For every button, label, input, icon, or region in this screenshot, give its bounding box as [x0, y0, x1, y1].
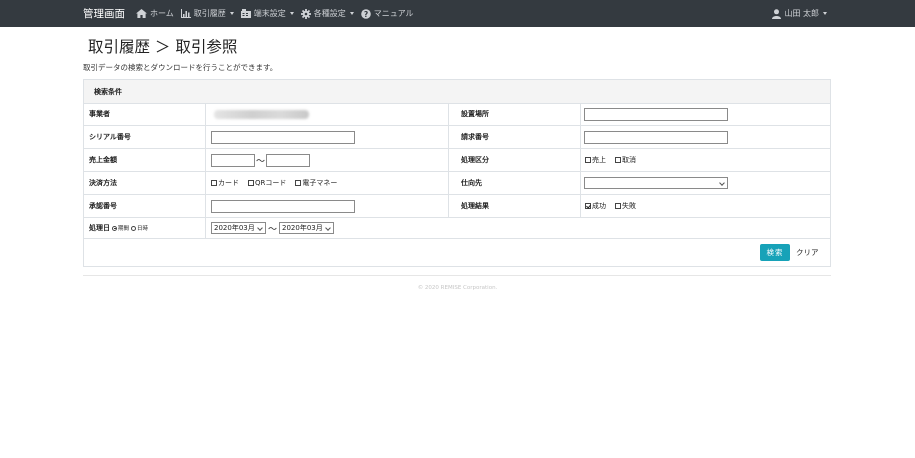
page-description: 取引データの検索とダウンロードを行うことができます。	[83, 63, 278, 72]
checkbox-label: 電子マネー	[302, 179, 338, 187]
checkbox-label: 失敗	[622, 202, 636, 210]
result-failure-checkbox[interactable]: 失敗	[615, 201, 636, 211]
search-card-header: 検索条件	[84, 80, 830, 104]
chevron-down-icon	[257, 225, 263, 231]
payment-emoney-checkbox[interactable]: 電子マネー	[295, 178, 337, 188]
caret-down-icon	[823, 12, 827, 15]
user-name: 山田 太郎	[784, 9, 819, 18]
form-row: 事業者 設置場所	[84, 103, 830, 126]
chart-icon	[180, 9, 191, 18]
amount-range-separator: ～	[256, 156, 266, 167]
clear-button[interactable]: クリア	[796, 244, 819, 261]
nav-home-label: ホーム	[150, 9, 174, 18]
form-row: 売上金額 ～ 処理区分 売上 取消	[84, 149, 830, 172]
payment-qr-checkbox[interactable]: QRコード	[248, 178, 286, 188]
nav-manual-label: マニュアル	[373, 9, 414, 18]
approval-number-input[interactable]	[211, 199, 355, 213]
process-type-label: 処理区分	[461, 156, 489, 164]
business-value-blurred	[214, 109, 309, 119]
date-to-select[interactable]: 2020年03月	[279, 222, 335, 234]
form-row: 承認番号 処理結果 成功 失敗	[84, 195, 830, 218]
checkbox-icon	[585, 157, 591, 163]
radio-label: 日時	[137, 226, 149, 232]
destination-select[interactable]	[584, 177, 728, 189]
caret-down-icon	[349, 12, 354, 15]
user-icon	[772, 8, 782, 19]
nav-manual[interactable]: ? マニュアル	[360, 8, 414, 19]
payment-card-checkbox[interactable]: カード	[211, 178, 239, 188]
checkbox-label: 取消	[622, 156, 636, 164]
payment-method-label: 決済方法	[89, 179, 117, 187]
install-location-input[interactable]	[584, 107, 728, 121]
amount-min-input[interactable]	[211, 153, 255, 167]
checkbox-icon	[211, 180, 217, 186]
nav-terminal-label: 端末設定	[253, 9, 286, 18]
question-icon: ?	[360, 8, 371, 19]
footer-divider	[83, 275, 831, 276]
search-button[interactable]: 検索	[760, 244, 790, 261]
caret-down-icon	[289, 12, 294, 15]
gear-icon	[300, 8, 311, 19]
page-title: 取引履歴 ＞ 取引参照	[88, 38, 238, 56]
date-mode-datetime-radio[interactable]: 日時	[129, 224, 148, 232]
chevron-down-icon	[325, 225, 331, 231]
date-to-value: 2020年03月	[282, 224, 323, 232]
process-date-label: 処理日	[89, 224, 110, 232]
result-success-checkbox[interactable]: 成功	[585, 201, 606, 211]
checkbox-label: 売上	[592, 156, 606, 164]
radio-label: 期間	[118, 226, 130, 232]
date-from-select[interactable]: 2020年03月	[211, 222, 266, 234]
top-navbar: 管理画面 ホーム 取引履歴 端末設定 各種設定 ? マニュアル 山田 太郎	[0, 0, 915, 27]
nav-settings-label: 各種設定	[313, 9, 346, 18]
process-type-cancel-checkbox[interactable]: 取消	[615, 155, 636, 165]
caret-down-icon	[229, 12, 234, 15]
checkbox-icon	[615, 203, 621, 209]
date-mode-period-radio[interactable]: 期間	[110, 224, 129, 232]
svg-text:?: ?	[364, 10, 368, 19]
radio-icon	[131, 225, 137, 231]
approval-number-label: 承認番号	[89, 202, 117, 210]
search-card: 検索条件 事業者 設置場所 シリアル番号 請求番号 売上金額 ～ 処理区分 売上…	[83, 79, 831, 267]
footer-copyright: © 2020 REMISE Corporation.	[417, 285, 498, 291]
nav-history-label: 取引履歴	[193, 9, 226, 18]
process-type-sale-checkbox[interactable]: 売上	[585, 155, 606, 165]
checkbox-checked-icon	[585, 203, 591, 209]
date-from-value: 2020年03月	[214, 224, 255, 232]
serial-number-label: シリアル番号	[89, 133, 131, 141]
invoice-number-label: 請求番号	[461, 133, 489, 141]
nav-terminal[interactable]: 端末設定	[240, 8, 294, 19]
brand-title[interactable]: 管理画面	[83, 6, 125, 21]
checkbox-label: QRコード	[255, 179, 287, 187]
checkbox-icon	[295, 180, 302, 186]
checkbox-label: カード	[218, 179, 239, 187]
nav-history[interactable]: 取引履歴	[180, 8, 234, 19]
amount-max-input[interactable]	[266, 153, 311, 167]
checkbox-label: 成功	[592, 202, 606, 210]
serial-number-input[interactable]	[211, 130, 355, 144]
terminal-icon	[240, 9, 251, 18]
destination-label: 仕向先	[461, 179, 482, 187]
form-row: 決済方法 カード QRコード 電子マネー 仕向先	[84, 172, 830, 195]
form-row: 処理日 期間 日時 2020年03月 ～ 2020年03月	[84, 218, 830, 239]
form-row: シリアル番号 請求番号	[84, 126, 830, 149]
sales-amount-label: 売上金額	[89, 156, 117, 164]
checkbox-icon	[248, 180, 254, 186]
install-location-label: 設置場所	[461, 110, 489, 118]
chevron-down-icon	[719, 180, 725, 186]
date-range-separator: ～	[268, 224, 278, 235]
radio-selected-icon	[112, 225, 117, 231]
invoice-number-input[interactable]	[584, 130, 728, 144]
checkbox-icon	[615, 157, 621, 163]
user-menu[interactable]: 山田 太郎	[772, 0, 827, 27]
business-label: 事業者	[89, 110, 110, 118]
process-result-label: 処理結果	[461, 202, 489, 210]
nav-settings[interactable]: 各種設定	[300, 8, 354, 19]
nav-home[interactable]: ホーム	[136, 8, 174, 19]
home-icon	[136, 9, 147, 18]
